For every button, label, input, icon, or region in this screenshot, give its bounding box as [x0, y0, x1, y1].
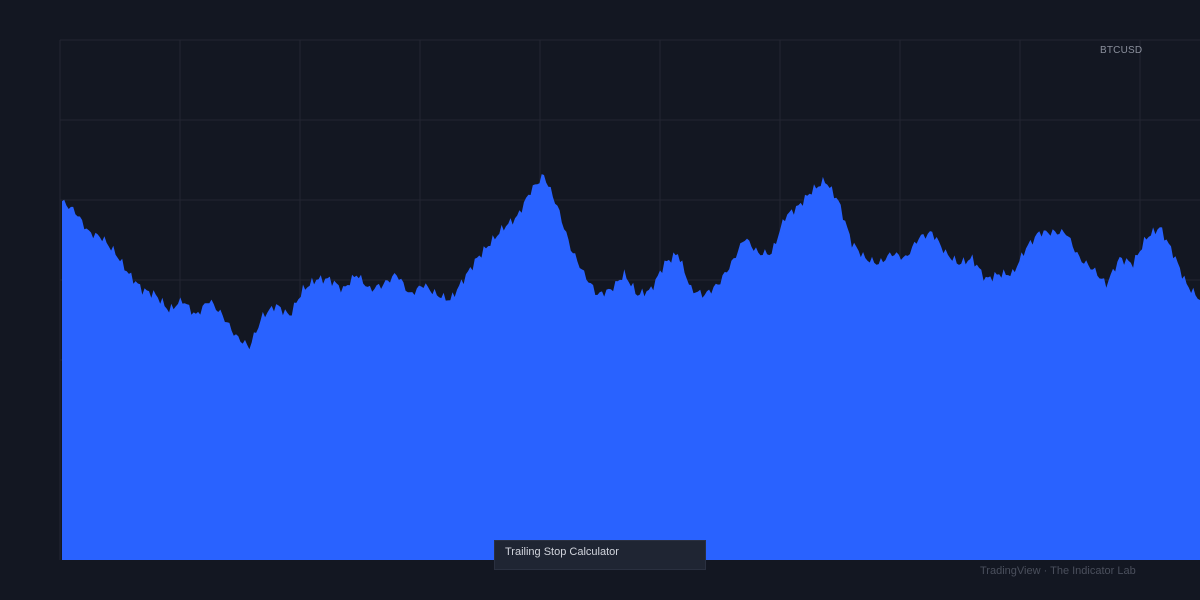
- indicator-label: Trailing Stop Calculator: [505, 546, 619, 558]
- watermark: TradingView · The Indicator Lab: [980, 565, 1136, 577]
- price-area-fill: [62, 174, 1200, 560]
- indicator-panel[interactable]: Trailing Stop Calculator: [494, 540, 706, 570]
- price-area-series: [62, 174, 1200, 560]
- price-chart[interactable]: [0, 0, 1200, 600]
- symbol-label: BTCUSD: [1100, 45, 1143, 56]
